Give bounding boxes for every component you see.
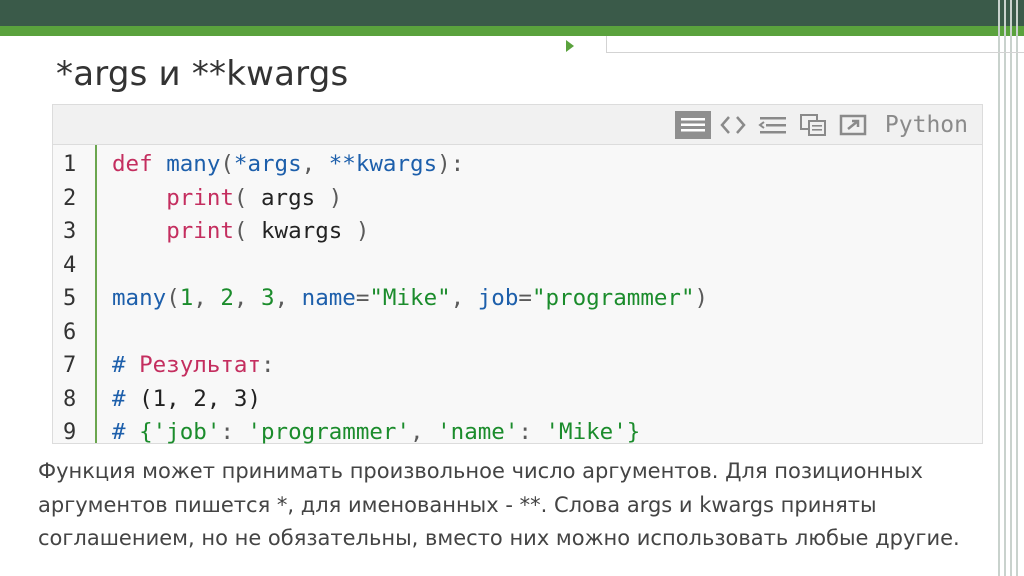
code-token: : [220, 419, 248, 445]
code-token: def [112, 151, 167, 177]
code-icon[interactable] [715, 111, 751, 139]
code-token: 2 [220, 285, 234, 311]
slide-caption: Функция может принимать произвольное чис… [38, 459, 960, 550]
code-token: args [261, 184, 316, 211]
code-token: many [112, 285, 167, 311]
code-token: ) [315, 184, 343, 211]
line-number: 3 [63, 219, 77, 244]
code-token: , [193, 285, 221, 311]
line-number: 1 [63, 152, 77, 177]
popup-icon[interactable] [835, 111, 871, 139]
code-token: 'name' [437, 419, 519, 445]
header-decoration-triangle [566, 40, 574, 52]
code-token: ( [220, 151, 234, 177]
line-number: 5 [63, 286, 77, 311]
code-token: = [518, 285, 532, 311]
code-token: # [112, 419, 140, 445]
code-token: job [477, 285, 519, 311]
copy-icon[interactable] [795, 111, 831, 139]
code-token: ( [166, 285, 180, 311]
code-token: : [518, 419, 546, 445]
code-token: , [301, 151, 329, 177]
code-token: ): [437, 151, 465, 177]
code-token: *args [233, 151, 302, 177]
top-header-bar [0, 0, 1024, 26]
code-token: ( [233, 218, 262, 244]
language-label: Python [884, 112, 968, 138]
code-block: Python 1 2 3 4 5 6 7 8 9 def many(*args, **kwargs… [52, 104, 983, 445]
code-line: print( args ) [112, 182, 342, 216]
view-source-icon[interactable] [675, 111, 711, 139]
code-token: print [166, 184, 234, 211]
line-number: 2 [63, 185, 77, 211]
code-token: } [626, 419, 641, 445]
code-token: # [112, 385, 140, 412]
line-number: 9 [63, 420, 77, 445]
code-token: 'Mike' [545, 419, 627, 445]
code-token: ) [694, 285, 709, 311]
code-token: kwargs [261, 218, 343, 244]
code-token: = [355, 285, 370, 311]
slide-title: *args и **kwargs [56, 54, 349, 94]
code-token: print [166, 218, 234, 244]
code-token: , [233, 285, 262, 311]
top-accent-bar [0, 26, 1024, 36]
line-number: 8 [63, 386, 77, 412]
line-number: 6 [63, 319, 77, 345]
wrap-icon[interactable] [755, 111, 791, 139]
code-token: # [112, 352, 140, 378]
line-number: 4 [63, 252, 77, 278]
code-token: ) [342, 218, 370, 244]
code-token: 'programmer' [247, 419, 411, 445]
code-token: , [450, 285, 478, 311]
code-token: "Mike" [369, 285, 451, 311]
line-number: 7 [63, 353, 77, 378]
code-token: (1, 2, 3) [139, 385, 262, 412]
code-token: many [166, 151, 221, 177]
header-decoration-box [606, 36, 1024, 53]
code-token: name [301, 285, 356, 311]
code-token: 1 [179, 285, 194, 311]
code-token: , [274, 285, 302, 311]
code-token: 3 [261, 285, 275, 311]
code-token: Результат [139, 352, 262, 378]
code-token: ( [233, 184, 262, 211]
code-token: "programmer" [531, 285, 695, 311]
code-token: **kwargs [328, 151, 438, 177]
code-line: def many(*args, **kwargs): [112, 148, 464, 182]
code-line: many(1, 2, 3, name="Mike", job="programm… [112, 282, 708, 316]
code-token: {'job' [139, 419, 221, 445]
code-line: # (1, 2, 3) [112, 383, 261, 417]
code-line: # Результат: [112, 349, 275, 383]
code-token: , [410, 419, 438, 445]
code-line: print( kwargs ) [112, 215, 369, 249]
code-token: : [261, 352, 275, 378]
code-line: # {'job': 'programmer', 'name': 'Mike'} [112, 416, 640, 450]
code-toolbar: Python [53, 105, 982, 145]
